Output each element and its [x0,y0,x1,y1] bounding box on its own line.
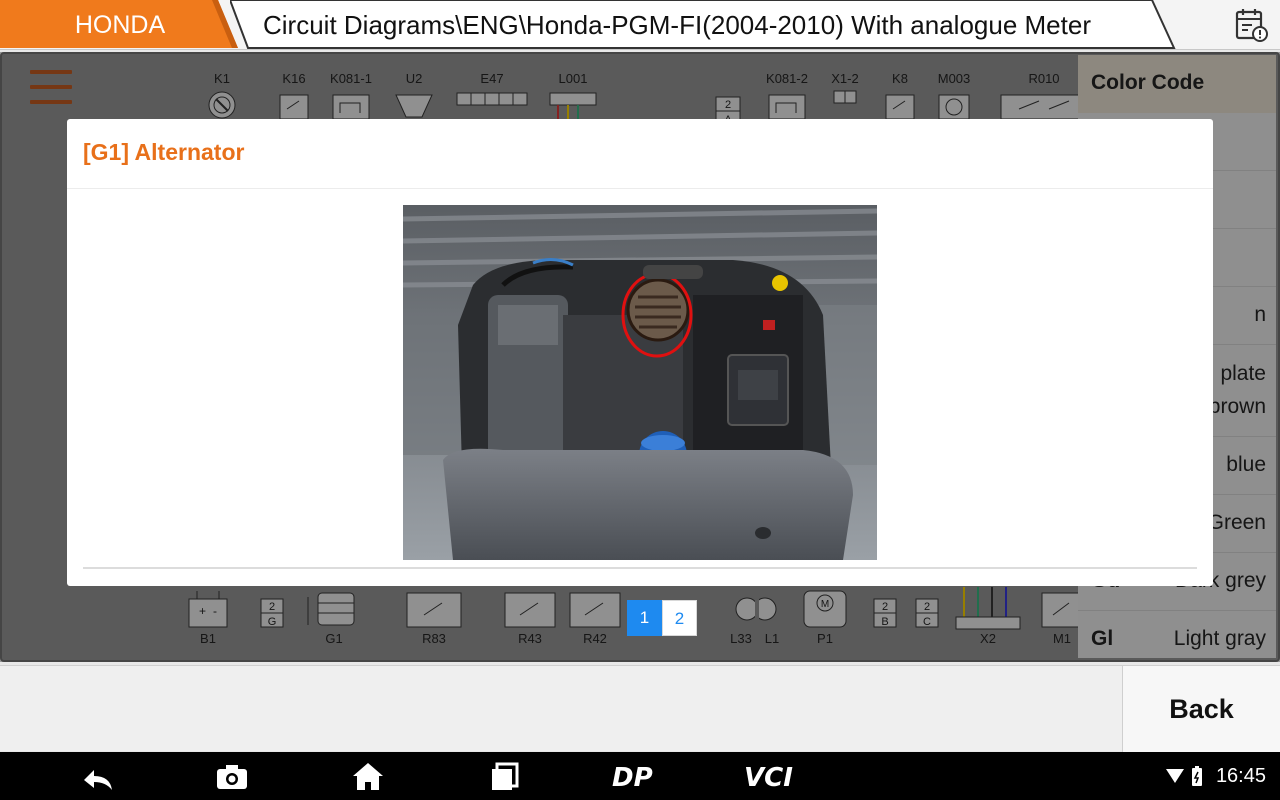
header-bar: HONDA Circuit Diagrams\ENG\Honda-PGM-FI(… [0,0,1280,50]
breadcrumb-path: Circuit Diagrams\ENG\Honda-PGM-FI(2004-2… [263,10,1091,40]
dialog-title: [G1] Alternator [83,139,245,165]
brand-label: HONDA [74,11,166,39]
camera-icon[interactable] [214,760,250,792]
component-photo [403,205,877,560]
dp-icon[interactable]: DP [610,760,670,792]
calendar-alert-icon[interactable] [1232,5,1272,45]
back-arrow-icon[interactable] [78,760,118,792]
image-pager: 1 2 [627,600,697,636]
page-button-2[interactable]: 2 [662,600,697,636]
recent-apps-icon[interactable] [488,760,522,792]
page-button-1[interactable]: 1 [627,600,662,636]
svg-text:VCI: VCI [744,763,793,792]
vci-icon[interactable]: VCI [742,760,812,792]
clock: 16:45 [1215,765,1266,787]
footer-bar: Back [0,665,1280,752]
svg-text:DP: DP [612,763,653,792]
system-navigation-bar: DP VCI 16:45 [0,752,1280,800]
component-detail-dialog: [G1] Alternator [67,119,1213,586]
dialog-divider [67,188,1213,189]
dialog-bottom-divider [83,567,1197,569]
back-button[interactable]: Back [1122,666,1280,752]
home-icon[interactable] [350,760,386,792]
wifi-battery-icon [1166,766,1202,786]
brand-tab[interactable]: HONDA [0,0,245,50]
